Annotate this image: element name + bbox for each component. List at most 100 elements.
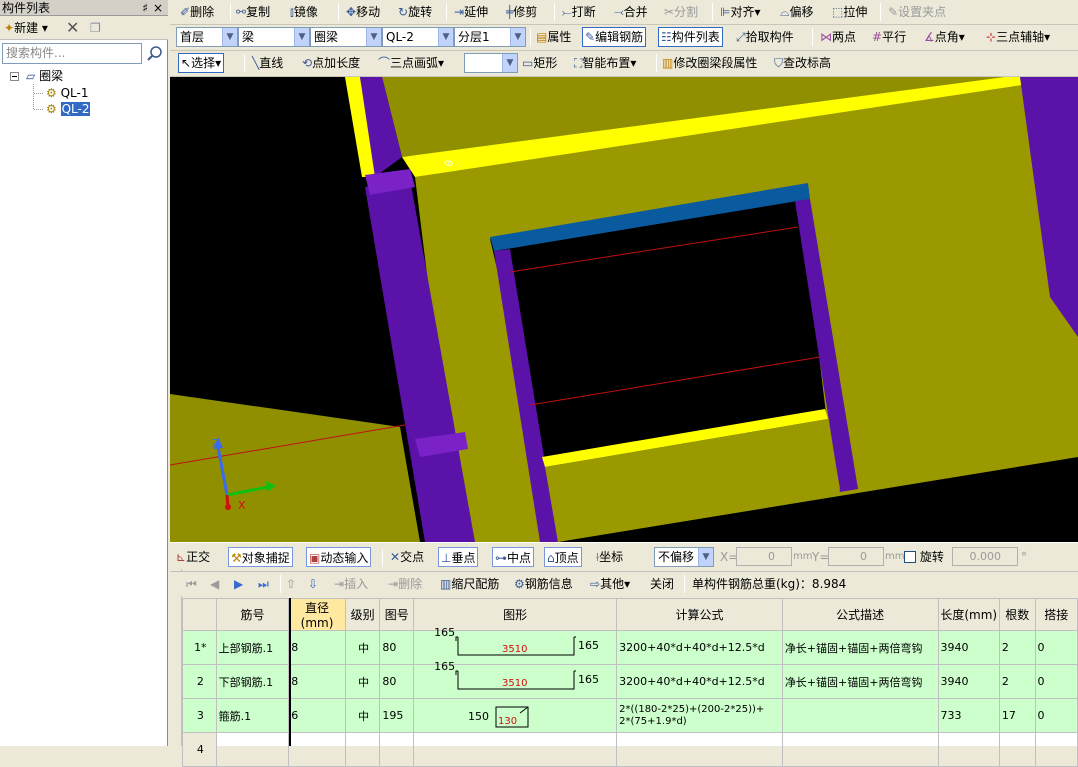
set-grip-button[interactable]: ✎设置夹点 <box>888 0 946 24</box>
cell-diameter[interactable]: 6 <box>288 698 346 733</box>
perpendicular-snap[interactable]: ⊥垂点 <box>438 547 479 567</box>
next-record-icon[interactable]: ▶ <box>234 574 243 594</box>
close-rebar-button[interactable]: 关闭 <box>650 574 674 594</box>
cell-grade[interactable]: 中 <box>344 698 381 733</box>
cell-count[interactable] <box>998 732 1036 767</box>
cell-description[interactable] <box>781 732 939 767</box>
split-button[interactable]: ✂分割 <box>664 0 698 24</box>
cell-grade[interactable]: 中 <box>344 630 381 665</box>
select-button[interactable]: ↖选择▾ <box>178 53 225 73</box>
rebar-table[interactable]: 筋号 直径(mm) 级别 图号 图形 计算公式 公式描述 长度(mm) 根数 搭… <box>182 598 1078 767</box>
vertex-snap[interactable]: ⌂顶点 <box>544 547 582 567</box>
other-button[interactable]: ⇨其他▾ <box>590 574 630 594</box>
properties-button[interactable]: ▤属性 <box>536 25 571 49</box>
offset-mode-select[interactable]: 不偏移 ▼ <box>654 547 714 567</box>
cell-description[interactable]: 净长+锚固+锚固+两倍弯钩 <box>781 630 939 665</box>
pick-member-button[interactable]: ⤢拾取构件 <box>736 25 794 49</box>
cell-figure-no[interactable]: 195 <box>379 698 415 733</box>
cell-figure-no[interactable] <box>379 732 415 767</box>
3d-viewport[interactable]: 0 Z X <box>170 77 1078 542</box>
rebar-info-button[interactable]: ⚙钢筋信息 <box>514 574 573 594</box>
search-input[interactable]: 搜索构件... <box>2 43 142 64</box>
arc-button[interactable]: ⌒三点画弧▾ <box>378 51 444 75</box>
cell-count[interactable]: 2 <box>998 630 1036 665</box>
offset-button[interactable]: ⌓偏移 <box>780 0 814 24</box>
table-row[interactable]: 4 <box>182 732 1078 767</box>
trim-button[interactable]: ╪修剪 <box>506 0 537 24</box>
table-row[interactable]: 1* 上部钢筋.1 8 中 80 165 3510 165 3200+40*d+4… <box>182 626 1078 665</box>
cell-name[interactable]: 上部钢筋.1 <box>215 630 290 665</box>
layer-select[interactable]: 分层1 ▼ <box>454 27 526 47</box>
move-down-icon[interactable]: ⇩ <box>308 574 318 594</box>
search-icon[interactable] <box>146 44 164 63</box>
cell-formula[interactable] <box>616 732 783 767</box>
object-snap-toggle[interactable]: ⚒对象捕捉 <box>228 547 293 567</box>
cell-lap[interactable] <box>1034 732 1078 767</box>
point-length-button[interactable]: ⟲点加长度 <box>302 51 360 75</box>
tree-root[interactable]: ▱ 圈梁 <box>26 69 63 84</box>
cell-length[interactable]: 733 <box>937 698 1000 733</box>
insert-row-button[interactable]: ⇥插入 <box>334 574 368 594</box>
cell-name[interactable]: 箍筋.1 <box>215 698 290 733</box>
close-icon[interactable]: × <box>153 0 163 16</box>
parallel-button[interactable]: #平行 <box>872 25 906 49</box>
move-up-icon[interactable]: ⇧ <box>286 574 296 594</box>
midpoint-snap[interactable]: ⊶中点 <box>492 547 535 567</box>
member-select[interactable]: QL-2 ▼ <box>382 27 454 47</box>
first-record-icon[interactable]: ⏮ <box>186 574 197 594</box>
ortho-toggle[interactable]: ⊾正交 <box>176 547 210 567</box>
cell-formula[interactable]: 3200+40*d+40*d+12.5*d <box>616 664 783 699</box>
align-button[interactable]: ⊫对齐▾ <box>720 0 761 24</box>
delete-row-button[interactable]: ⇥删除 <box>388 574 422 594</box>
cell-formula[interactable]: 2*((180-2*25)+(200-2*25))+ 2*(75+1.9*d) <box>616 698 783 733</box>
cell-formula[interactable]: 3200+40*d+40*d+12.5*d <box>616 630 783 665</box>
dynamic-input-toggle[interactable]: ▣动态输入 <box>306 547 372 567</box>
rectangle-button[interactable]: ▭矩形 <box>522 51 557 75</box>
rotate-input[interactable]: 0.000 <box>952 547 1018 566</box>
rotate-checkbox[interactable]: 旋转 <box>904 547 944 567</box>
cell-diameter[interactable]: 8 <box>288 664 346 699</box>
cell-description[interactable]: 净长+锚固+锚固+两倍弯钩 <box>781 664 939 699</box>
new-button[interactable]: ✦新建 ▾ <box>4 19 48 37</box>
cell-figure-no[interactable]: 80 <box>379 630 415 665</box>
smart-layout-button[interactable]: ⛶智能布置▾ <box>574 51 636 75</box>
cell-lap[interactable]: 0 <box>1034 698 1078 733</box>
cell-lap[interactable]: 0 <box>1034 664 1078 699</box>
mirror-button[interactable]: ⫾镜像 <box>290 0 318 24</box>
cell-diameter[interactable]: 8 <box>288 630 346 665</box>
three-point-aux-button[interactable]: ⊹三点辅轴▾ <box>986 25 1050 49</box>
cell-shape[interactable] <box>413 732 618 767</box>
cell-shape[interactable]: 150 130 <box>413 698 618 733</box>
point-angle-button[interactable]: ∡点角▾ <box>924 25 965 49</box>
last-record-icon[interactable]: ⏭ <box>258 574 269 594</box>
cell-figure-no[interactable]: 80 <box>379 664 415 699</box>
draw-option-select[interactable]: ▼ <box>464 53 518 73</box>
cell-count[interactable]: 17 <box>998 698 1036 733</box>
modify-segment-button[interactable]: ▥修改圈梁段属性 <box>662 51 757 75</box>
extend-button[interactable]: ⇥延伸 <box>454 0 488 24</box>
x-input[interactable]: 0 <box>736 547 792 566</box>
stretch-button[interactable]: ⬚拉伸 <box>832 0 867 24</box>
prev-record-icon[interactable]: ◀ <box>210 574 219 594</box>
line-button[interactable]: ╲直线 <box>252 51 283 75</box>
cell-name[interactable]: 下部钢筋.1 <box>215 664 290 699</box>
move-button[interactable]: ✥移动 <box>346 0 380 24</box>
cell-name[interactable] <box>215 732 290 767</box>
y-input[interactable]: 0 <box>828 547 884 566</box>
cell-grade[interactable] <box>344 732 381 767</box>
tree-item-ql2[interactable]: ⚙ QL-2 <box>46 102 91 117</box>
rotate-button[interactable]: ↻旋转 <box>398 0 432 24</box>
table-row[interactable]: 2 下部钢筋.1 8 中 80 165 3510 165 3200+40*d+40… <box>182 660 1078 699</box>
copy-icon[interactable]: ❐ <box>90 19 101 37</box>
scale-rebar-button[interactable]: ▥缩尺配筋 <box>440 574 499 594</box>
type-select[interactable]: 梁 ▼ <box>238 27 310 47</box>
member-list-button[interactable]: ☷构件列表 <box>658 27 723 47</box>
table-row[interactable]: 3 箍筋.1 6 中 195 150 130 2*((180-2*25)+(200… <box>182 698 1078 733</box>
merge-button[interactable]: ⤙合并 <box>614 0 648 24</box>
tree-item-ql1[interactable]: ⚙ QL-1 <box>46 86 88 101</box>
cell-grade[interactable]: 中 <box>344 664 381 699</box>
subtype-select[interactable]: 圈梁 ▼ <box>310 27 382 47</box>
pin-icon[interactable]: ♯ <box>142 0 148 16</box>
delete-button[interactable]: ✐删除 <box>180 0 214 24</box>
intersection-snap[interactable]: ✕交点 <box>390 547 424 567</box>
